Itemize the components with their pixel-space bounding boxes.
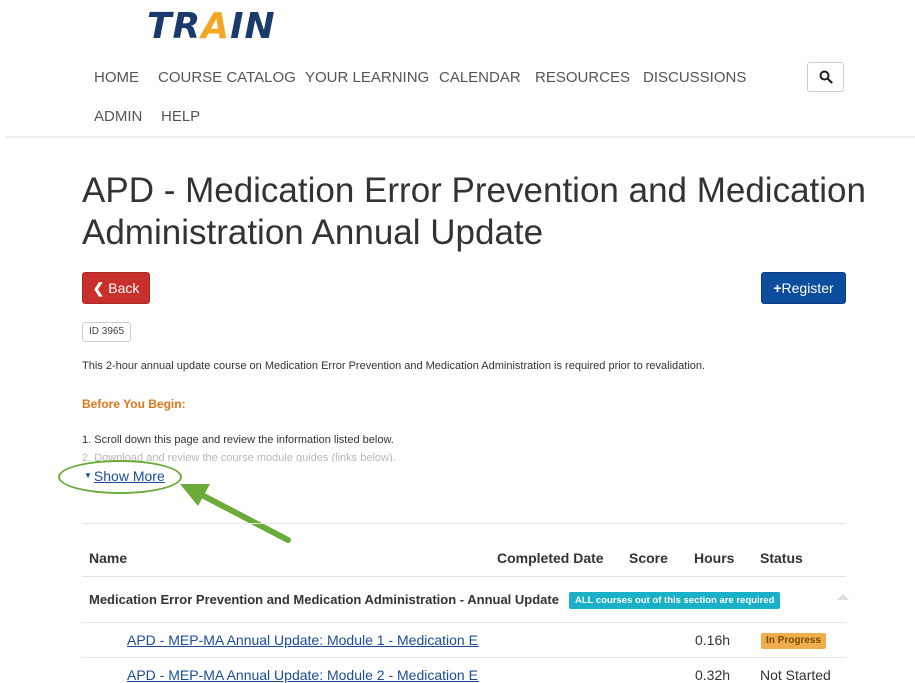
logo-text-left: TR [147,6,202,47]
page-title: APD - Medication Error Prevention and Me… [82,171,866,252]
status-text: Not Started [760,667,831,683]
col-header-score: Score [629,550,668,566]
logo-text-accent: A [201,6,231,47]
nav-calendar[interactable]: CALENDAR [439,69,521,86]
row-divider [82,657,846,658]
status-badge: In Progress [761,633,827,649]
course-row-2-link[interactable]: APD - MEP-MA Annual Update: Module 2 - M… [127,667,479,683]
register-button-label: Register [781,280,834,296]
back-button-label: Back [108,280,140,296]
nav-resources[interactable]: RESOURCES [535,69,630,86]
register-button[interactable]: +Register [761,272,846,304]
annotation-arrow [180,484,291,543]
back-button[interactable]: ❮ Back [82,272,150,304]
col-header-completed-date: Completed Date [497,550,604,566]
header-divider [6,136,915,138]
col-header-hours: Hours [694,550,735,566]
train-logo[interactable]: TRAIN [147,6,276,47]
nav-your-learning[interactable]: YOUR LEARNING [305,69,429,86]
chevron-left-icon: ❮ [92,280,105,296]
required-badge: ALL courses out of this section are requ… [569,592,781,609]
col-header-name: Name [89,550,128,566]
chevron-up-icon[interactable] [837,594,849,600]
nav-discussions[interactable]: DISCUSSIONS [643,69,746,86]
before-you-begin-heading: Before You Begin: [82,397,186,411]
annotation-highlight-ellipse [58,460,182,494]
nav-course-catalog[interactable]: COURSE CATALOG [158,69,296,86]
course-id-badge: ID 3965 [82,322,132,342]
search-button[interactable] [807,62,844,92]
instruction-step-1: 1. Scroll down this page and review the … [82,434,394,446]
course-row-1-link[interactable]: APD - MEP-MA Annual Update: Module 1 - M… [127,632,479,648]
nav-home[interactable]: HOME [94,69,139,86]
nav-admin[interactable]: ADMIN [94,108,142,125]
search-icon [819,70,833,84]
plus-icon: + [773,280,782,296]
section-name: Medication Error Prevention and Medicati… [89,592,559,607]
section-divider [82,622,846,623]
course-row-2-hours: 0.32h [695,667,731,683]
table-header-divider [82,576,846,577]
course-row-1-hours: 0.16h [695,632,731,648]
course-description: This 2-hour annual update course on Medi… [82,360,706,372]
table-top-divider [82,523,846,524]
logo-text-right: IN [230,6,276,47]
col-header-status: Status [760,550,803,566]
nav-help[interactable]: HELP [161,108,200,125]
